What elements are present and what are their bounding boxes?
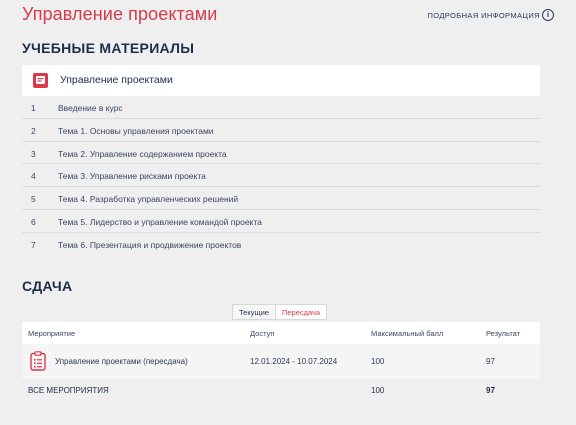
topic-list: 1 Введение в курс 2 Тема 1. Основы управ…	[22, 96, 540, 256]
topic-number: 4	[31, 171, 36, 182]
list-item[interactable]: 3 Тема 2. Управление содержанием проекта	[22, 142, 540, 165]
topic-link[interactable]: Тема 3. Управление рисками проекта	[58, 171, 206, 181]
list-item[interactable]: 7 Тема 6. Презентация и продвижение прое…	[22, 233, 540, 256]
topic-number: 3	[31, 148, 36, 159]
topic-link[interactable]: Тема 4. Разработка управленческих решени…	[58, 194, 238, 204]
topic-link[interactable]: Тема 1. Основы управления проектами	[58, 126, 214, 136]
list-item[interactable]: 4 Тема 3. Управление рисками проекта	[22, 164, 540, 188]
column-header-max-score: Максимальный балл	[371, 329, 444, 338]
page-title: Управление проектами	[22, 4, 218, 24]
topic-number: 2	[31, 125, 36, 136]
submission-tabs: Текущие Пересдача	[232, 304, 328, 320]
topic-link[interactable]: Тема 2. Управление содержанием проекта	[58, 149, 227, 159]
topic-link[interactable]: Тема 6. Презентация и продвижение проект…	[58, 240, 241, 250]
column-header-result: Результат	[486, 329, 521, 338]
max-score: 100	[371, 357, 385, 366]
topic-number: 6	[31, 216, 36, 227]
event-link[interactable]: Управление проектами (пересдача)	[55, 357, 188, 366]
materials-section-title: УЧЕБНЫЕ МАТЕРИАЛЫ	[22, 40, 195, 56]
more-info-link[interactable]: ПОДРОБНАЯ ИНФОРМАЦИЯ	[427, 11, 540, 20]
total-result: 97	[486, 386, 495, 395]
book-icon	[33, 73, 48, 88]
topic-number: 7	[31, 239, 36, 250]
submission-section-title: СДАЧА	[22, 278, 73, 294]
page: Управление проектами ПОДРОБНАЯ ИНФОРМАЦИ…	[0, 0, 576, 425]
column-header-access: Доступ	[250, 329, 275, 338]
topic-number: 1	[31, 103, 36, 113]
total-max-score: 100	[371, 386, 385, 395]
list-item[interactable]: 2 Тема 1. Основы управления проектами	[22, 119, 540, 142]
results-table: Мероприятие Доступ Максимальный балл Рез…	[22, 322, 540, 401]
info-icon[interactable]: i	[542, 9, 554, 21]
tab-current[interactable]: Текущие	[232, 304, 276, 320]
list-item[interactable]: 5 Тема 4. Разработка управленческих реше…	[22, 187, 540, 210]
column-header-event: Мероприятие	[28, 329, 76, 338]
total-row: ВСЕ МЕРОПРИЯТИЯ 100 97	[22, 379, 540, 401]
topic-link[interactable]: Введение в курс	[58, 103, 123, 113]
access-dates: 12.01.2024 - 10.07.2024	[250, 357, 338, 366]
result-score: 97	[486, 357, 495, 366]
course-card[interactable]: Управление проектами	[22, 65, 540, 96]
list-item[interactable]: 1 Введение в курс	[22, 96, 540, 119]
topic-link[interactable]: Тема 5. Лидерство и управление командой …	[58, 217, 262, 227]
list-item[interactable]: 6 Тема 5. Лидерство и управление командо…	[22, 210, 540, 233]
course-card-title: Управление проектами	[60, 74, 173, 86]
tab-retake[interactable]: Пересдача	[275, 304, 328, 320]
clipboard-icon	[30, 351, 46, 371]
topic-number: 5	[31, 194, 36, 205]
table-header: Мероприятие Доступ Максимальный балл Рез…	[22, 322, 540, 344]
table-row[interactable]: Управление проектами (пересдача) 12.01.2…	[22, 344, 540, 379]
total-label: ВСЕ МЕРОПРИЯТИЯ	[28, 386, 109, 395]
